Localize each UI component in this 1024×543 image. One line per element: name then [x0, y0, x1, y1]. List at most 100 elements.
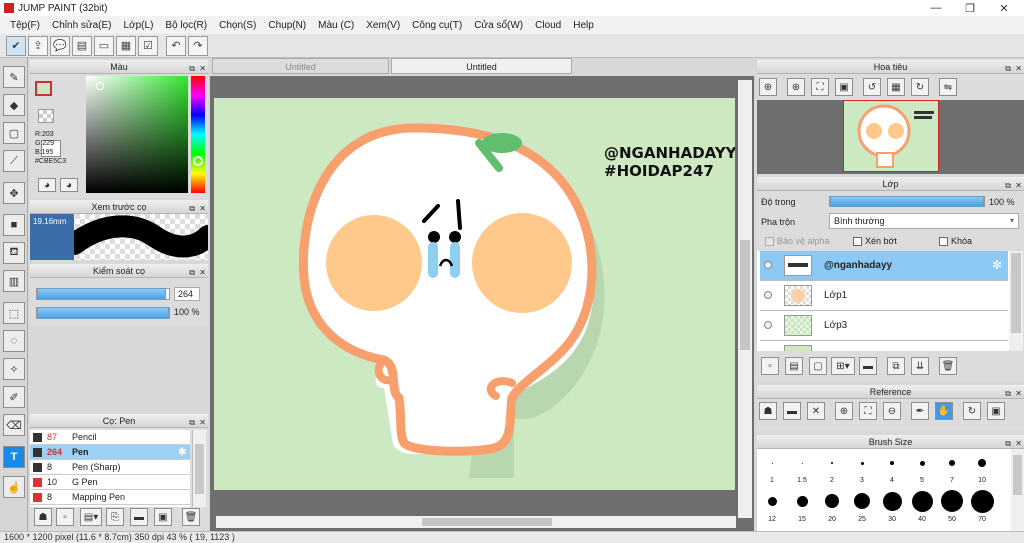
- rect-select-tool-icon[interactable]: ⬚: [3, 302, 25, 324]
- panel-close-icon[interactable]: ✕: [199, 62, 206, 76]
- reset-rotation-icon[interactable]: ▦: [887, 78, 905, 96]
- brush-size-dot[interactable]: [911, 490, 933, 512]
- transparent-swatch[interactable]: [38, 109, 54, 123]
- new-1bit-layer-icon[interactable]: ▢: [809, 357, 827, 375]
- clipping-checkbox[interactable]: [853, 237, 862, 246]
- maximize-button[interactable]: ❐: [954, 0, 986, 16]
- menu-view[interactable]: Xem(V): [366, 20, 400, 31]
- panel-close-icon[interactable]: ✕: [1015, 387, 1022, 401]
- undo-icon[interactable]: ↶: [166, 35, 186, 56]
- menu-select[interactable]: Chọn(S): [219, 20, 256, 31]
- brush-size-dot[interactable]: [767, 496, 777, 506]
- palette-icon[interactable]: ◕: [38, 178, 56, 192]
- canvas-vertical-scrollbar[interactable]: [738, 80, 752, 518]
- menu-capture[interactable]: Chụp(N): [268, 20, 306, 31]
- text-tool-icon[interactable]: T: [3, 446, 25, 468]
- export-icon[interactable]: ⇪: [28, 35, 48, 56]
- merge-layer-icon[interactable]: ⇊: [911, 357, 929, 375]
- layer-opacity-slider[interactable]: [829, 196, 985, 207]
- rotate-left-icon[interactable]: ↺: [863, 78, 881, 96]
- ref-close-icon[interactable]: ✕: [807, 402, 825, 420]
- brush-size-dot[interactable]: [890, 461, 894, 465]
- layer-settings-icon[interactable]: ✻: [992, 258, 1002, 272]
- blend-mode-select[interactable]: Bình thường ▾: [829, 213, 1019, 229]
- brush-item[interactable]: 87 Pencil: [30, 430, 190, 445]
- bucket-tool-icon[interactable]: ⛾: [3, 242, 25, 264]
- palette-add-icon[interactable]: ◕: [60, 178, 78, 192]
- panel-float-icon[interactable]: ⧉: [1005, 387, 1011, 401]
- move-tool-icon[interactable]: ✥: [3, 182, 25, 204]
- brush-item[interactable]: 10 G Pen: [30, 475, 190, 490]
- brush-tool-icon[interactable]: ✎: [3, 66, 25, 88]
- brush-size-value[interactable]: 264: [174, 287, 200, 301]
- brush-group-icon[interactable]: ☗: [34, 508, 52, 526]
- ref-open-icon[interactable]: ▬: [783, 402, 801, 420]
- layer-list-scrollbar[interactable]: [1009, 251, 1023, 351]
- brush-size-dot[interactable]: [796, 495, 808, 507]
- panel-float-icon[interactable]: ⧉: [189, 62, 195, 76]
- close-button[interactable]: ✕: [988, 0, 1020, 16]
- layer-scroll-thumb[interactable]: [1011, 253, 1021, 333]
- menu-color[interactable]: Màu (C): [318, 20, 354, 31]
- ref-fit-icon[interactable]: ⛶: [859, 402, 877, 420]
- gradient-tool-icon[interactable]: ▥: [3, 270, 25, 292]
- menu-layer[interactable]: Lớp(L): [124, 20, 154, 31]
- hand-tool-icon[interactable]: ☝: [3, 476, 25, 498]
- layer-visibility-toggle[interactable]: [764, 291, 772, 299]
- brush-size-dot[interactable]: [860, 461, 864, 465]
- brush-list-scrollbar[interactable]: [192, 430, 206, 507]
- panel-close-icon[interactable]: ✕: [199, 416, 206, 430]
- menu-edit[interactable]: Chỉnh sửa(E): [52, 20, 112, 31]
- rectangle-tool-icon[interactable]: ▢: [3, 122, 25, 144]
- duplicate-layer-icon[interactable]: ⧉: [887, 357, 905, 375]
- checklist-icon[interactable]: ☑: [138, 35, 158, 56]
- panel-float-icon[interactable]: ⧉: [189, 266, 195, 280]
- panel-float-icon[interactable]: ⧉: [1005, 179, 1011, 193]
- brush-type-icon[interactable]: ▤▾: [80, 508, 102, 526]
- layer-row[interactable]: Lớp3: [760, 311, 1008, 341]
- ref-zoom-out-icon[interactable]: ⊖: [883, 402, 901, 420]
- hue-handle[interactable]: [193, 156, 203, 166]
- brush-settings-icon[interactable]: ✻: [178, 445, 186, 460]
- ref-rotate-icon[interactable]: ↻: [963, 402, 981, 420]
- message-icon[interactable]: ▤: [72, 35, 92, 56]
- layer-row-partial[interactable]: [760, 341, 1008, 351]
- brush-size-dot[interactable]: [919, 460, 925, 466]
- brush-opacity-slider[interactable]: [36, 307, 170, 319]
- zoom-in-icon[interactable]: ⊕: [759, 78, 777, 96]
- brush-size-scroll-thumb[interactable]: [1013, 455, 1022, 495]
- panel-float-icon[interactable]: ⧉: [1005, 62, 1011, 76]
- ref-reset-icon[interactable]: ▣: [987, 402, 1005, 420]
- brush-size-dot[interactable]: [854, 493, 870, 509]
- canvas-horizontal-scrollbar[interactable]: [216, 516, 736, 528]
- ref-eyedropper-icon[interactable]: ✒: [911, 402, 929, 420]
- ref-hand-icon[interactable]: ✋: [935, 402, 953, 420]
- brush-import-icon[interactable]: ▣: [154, 508, 172, 526]
- brush-size-dot[interactable]: [825, 494, 839, 508]
- rotate-right-icon[interactable]: ↻: [911, 78, 929, 96]
- panel-close-icon[interactable]: ✕: [1015, 62, 1022, 76]
- layer-folder-icon[interactable]: ▬: [859, 357, 877, 375]
- fg-color-swatch[interactable]: [35, 81, 52, 96]
- redo-icon[interactable]: ↷: [188, 35, 208, 56]
- layer-row[interactable]: Lớp1: [760, 281, 1008, 311]
- eraser-tool-icon[interactable]: ◆: [3, 94, 25, 116]
- page-icon[interactable]: ▭: [94, 35, 114, 56]
- protect-alpha-checkbox[interactable]: [765, 237, 774, 246]
- brush-list-scroll-thumb[interactable]: [195, 444, 204, 494]
- magic-wand-tool-icon[interactable]: ✧: [3, 358, 25, 380]
- brush-delete-icon[interactable]: 🗑: [182, 508, 200, 526]
- navigator-thumbnail[interactable]: [843, 100, 939, 172]
- brush-size-dot[interactable]: [970, 489, 994, 513]
- fit-window-icon[interactable]: ⛶: [811, 78, 829, 96]
- flip-icon[interactable]: ⇋: [939, 78, 957, 96]
- new-layer-type-icon[interactable]: ⊞▾: [831, 357, 855, 375]
- layer-row-selected[interactable]: @nganhadayy ✻: [760, 251, 1008, 281]
- zoom-in-plus-icon[interactable]: ⊕: [787, 78, 805, 96]
- brush-item[interactable]: 8 Mapping Pen: [30, 490, 190, 505]
- comment-icon[interactable]: 💬: [50, 35, 70, 56]
- panel-close-icon[interactable]: ✕: [1015, 179, 1022, 193]
- brush-size-dot[interactable]: [801, 462, 803, 464]
- brush-size-dot[interactable]: [978, 459, 986, 467]
- menu-window[interactable]: Cửa sổ(W): [474, 20, 523, 31]
